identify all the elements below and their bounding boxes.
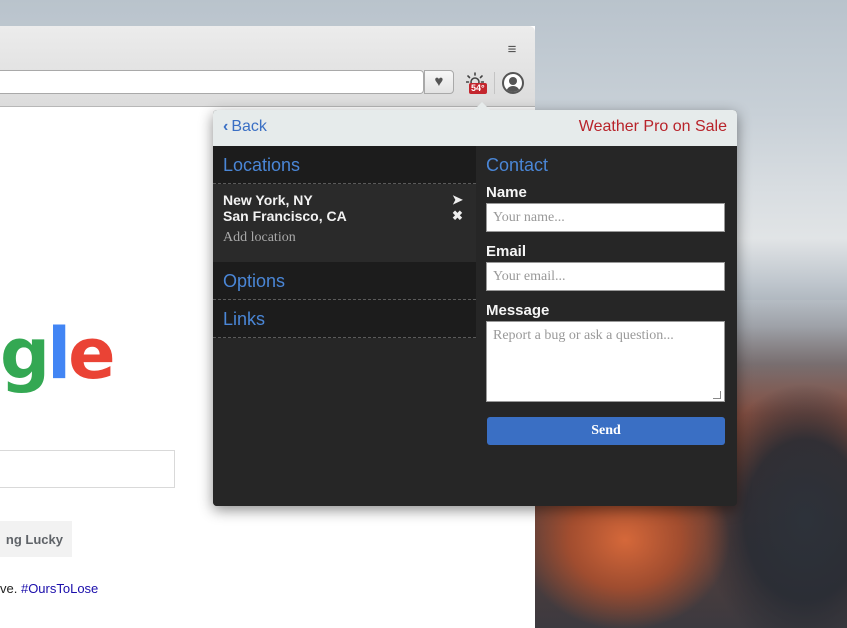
section-links[interactable]: Links	[213, 300, 476, 338]
contact-heading: Contact	[486, 155, 549, 175]
google-promo: ve. #OursToLose	[0, 581, 99, 596]
google-search-input[interactable]	[0, 450, 175, 488]
temperature-badge: 54°	[469, 83, 487, 94]
name-label: Name	[486, 184, 527, 201]
address-bar[interactable]	[0, 70, 424, 94]
section-locations[interactable]: Locations	[213, 146, 476, 184]
message-placeholder: Report a bug or ask a question...	[493, 328, 674, 343]
account-icon[interactable]	[502, 72, 524, 94]
location-item[interactable]: New York, NY ➤	[213, 192, 476, 208]
email-label: Email	[486, 243, 527, 260]
feeling-lucky-button[interactable]: ng Lucky	[0, 521, 72, 557]
contact-form: Contact Name Your name... Email Your ema…	[476, 146, 737, 506]
back-button[interactable]: ‹ Back	[223, 118, 267, 136]
popup-header: ‹ Back Weather Pro on Sale	[213, 110, 737, 146]
message-textarea[interactable]: Report a bug or ask a question...	[486, 321, 725, 402]
browser-toolbar: ≡ ♥ 54°	[0, 26, 535, 107]
menu-icon[interactable]: ≡	[505, 42, 519, 57]
section-options[interactable]: Options	[213, 262, 476, 300]
google-logo: gle	[0, 313, 116, 395]
send-button[interactable]: Send	[487, 417, 725, 445]
location-arrow-icon[interactable]: ➤	[452, 192, 463, 208]
add-location-link[interactable]: Add location	[213, 230, 476, 246]
close-icon[interactable]: ✖	[452, 208, 463, 224]
settings-sidebar: Locations New York, NY ➤ San Francisco, …	[213, 146, 476, 506]
message-label: Message	[486, 302, 550, 319]
weather-popup: ‹ Back Weather Pro on Sale Locations New …	[213, 102, 737, 506]
heart-icon[interactable]: ♥	[424, 70, 454, 94]
weather-pro-sale-link[interactable]: Weather Pro on Sale	[579, 118, 727, 136]
resize-handle[interactable]	[713, 391, 721, 399]
locations-list: New York, NY ➤ San Francisco, CA ✖ Add l…	[213, 184, 476, 262]
name-field[interactable]: Your name...	[486, 203, 725, 232]
email-field[interactable]: Your email...	[486, 262, 725, 291]
promo-link[interactable]: #OursToLose	[21, 581, 98, 596]
chevron-left-icon: ‹	[223, 118, 229, 135]
weather-extension-button[interactable]: 54°	[463, 69, 491, 97]
location-item[interactable]: San Francisco, CA ✖	[213, 208, 476, 224]
toolbar-separator	[494, 72, 495, 94]
